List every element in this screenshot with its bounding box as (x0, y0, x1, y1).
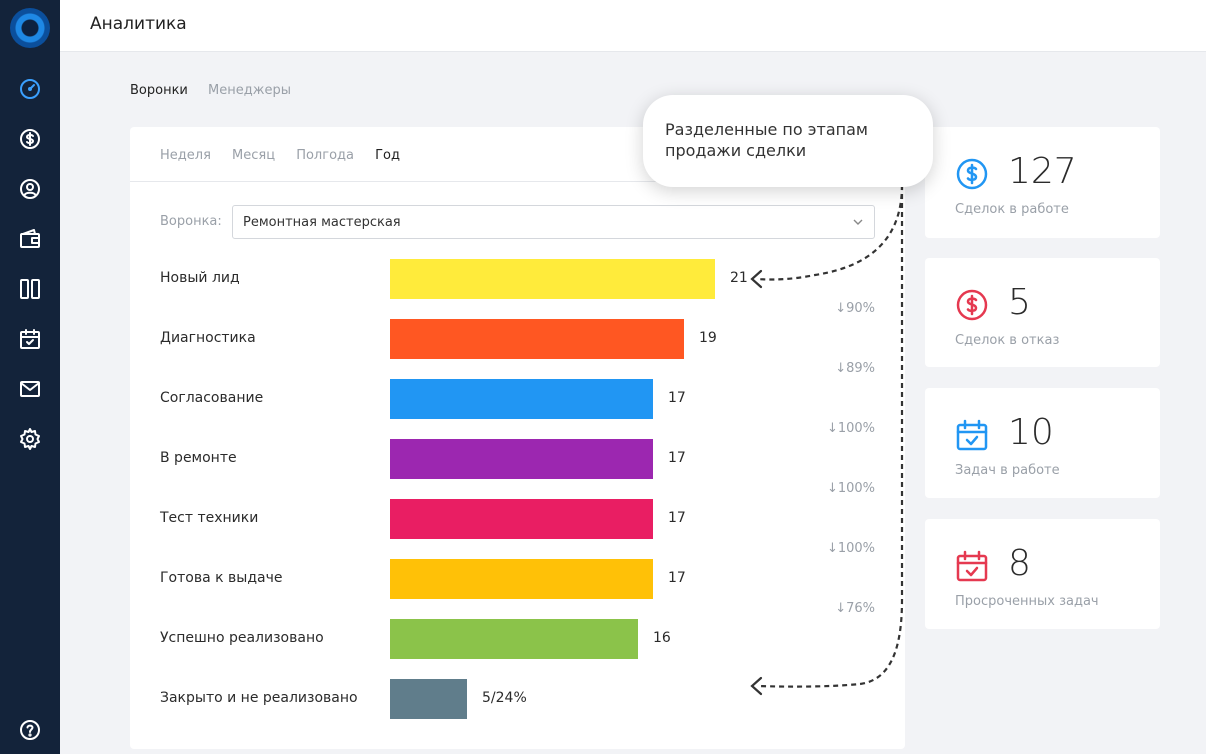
card-value: 5 (1008, 282, 1031, 323)
card-label: Сделок в работе (955, 202, 1069, 217)
help-icon[interactable] (18, 718, 42, 742)
conversion-rate: ↓100% (826, 541, 875, 556)
gear-icon[interactable] (18, 427, 42, 451)
funnel-panel: Неделя Месяц Полгода Год Воронка: Ремонт… (130, 127, 905, 749)
stage-label: Готова к выдаче (160, 570, 283, 586)
sidebar (0, 0, 60, 754)
card-tasks-in-progress: 10 Задач в работе (925, 388, 1160, 498)
dashboard-icon[interactable] (18, 77, 42, 101)
dollar-icon[interactable] (18, 127, 42, 151)
user-icon[interactable] (18, 177, 42, 201)
funnel-select[interactable]: Ремонтная мастерская (232, 205, 875, 239)
stage-value: 5/24% (482, 690, 527, 706)
tab-funnels[interactable]: Воронки (130, 83, 188, 98)
stage-value: 17 (668, 510, 686, 526)
card-value: 10 (1008, 412, 1054, 453)
card-deals-rejected: 5 Сделок в отказ (925, 258, 1160, 367)
stage-bar[interactable] (390, 379, 653, 419)
stage-label: Успешно реализовано (160, 630, 324, 646)
dollar-icon (956, 158, 988, 190)
stage-bar[interactable] (390, 259, 715, 299)
stage-bar[interactable] (390, 679, 467, 719)
funnel-select-label: Воронка: (160, 214, 222, 229)
stage-bar[interactable] (390, 319, 684, 359)
period-halfyear[interactable]: Полгода (296, 148, 354, 163)
stage-label: В ремонте (160, 450, 237, 466)
conversion-rate: ↓100% (826, 421, 875, 436)
card-label: Сделок в отказ (955, 333, 1060, 348)
conversion-rate: ↓90% (835, 301, 875, 316)
stage-bar[interactable] (390, 499, 653, 539)
conversion-rate: ↓100% (826, 481, 875, 496)
stage-value: 17 (668, 570, 686, 586)
conversion-rate: ↓89% (835, 361, 875, 376)
stage-bar[interactable] (390, 559, 653, 599)
top-bar: Аналитика (60, 0, 1206, 52)
app-logo[interactable] (10, 8, 50, 48)
period-week[interactable]: Неделя (160, 148, 211, 163)
stage-label: Закрыто и не реализовано (160, 690, 358, 706)
stage-label: Тест техники (160, 510, 259, 526)
stage-label: Новый лид (160, 270, 240, 286)
callout-bubble: Разделенные по этапам продажи сделки (643, 95, 933, 187)
stage-value: 21 (730, 270, 748, 286)
period-filter: Неделя Месяц Полгода Год (160, 148, 417, 163)
card-value: 127 (1008, 151, 1077, 192)
stage-bar[interactable] (390, 619, 638, 659)
funnel-select-value: Ремонтная мастерская (243, 215, 401, 230)
conversion-rate: ↓76% (835, 601, 875, 616)
calendar-icon[interactable] (18, 327, 42, 351)
stage-value: 17 (668, 450, 686, 466)
card-overdue-tasks: 8 Просроченных задач (925, 519, 1160, 629)
stage-value: 17 (668, 390, 686, 406)
stage-value: 19 (699, 330, 717, 346)
stage-label: Согласование (160, 390, 264, 406)
analytics-tabs: Воронки Менеджеры (130, 83, 307, 98)
stage-value: 16 (653, 630, 671, 646)
period-month[interactable]: Месяц (232, 148, 275, 163)
columns-icon[interactable] (18, 277, 42, 301)
card-label: Задач в работе (955, 463, 1060, 478)
wallet-icon[interactable] (18, 227, 42, 251)
mail-icon[interactable] (18, 377, 42, 401)
calendar-check-icon (956, 550, 988, 582)
period-year[interactable]: Год (375, 148, 400, 163)
page-title: Аналитика (90, 14, 187, 34)
card-label: Просроченных задач (955, 594, 1099, 609)
stage-bar[interactable] (390, 439, 653, 479)
tab-managers[interactable]: Менеджеры (208, 83, 291, 98)
calendar-check-icon (956, 419, 988, 451)
card-value: 8 (1008, 543, 1031, 584)
dollar-icon (956, 289, 988, 321)
chevron-down-icon (853, 219, 863, 225)
stage-label: Диагностика (160, 330, 256, 346)
card-deals-in-progress: 127 Сделок в работе (925, 127, 1160, 238)
